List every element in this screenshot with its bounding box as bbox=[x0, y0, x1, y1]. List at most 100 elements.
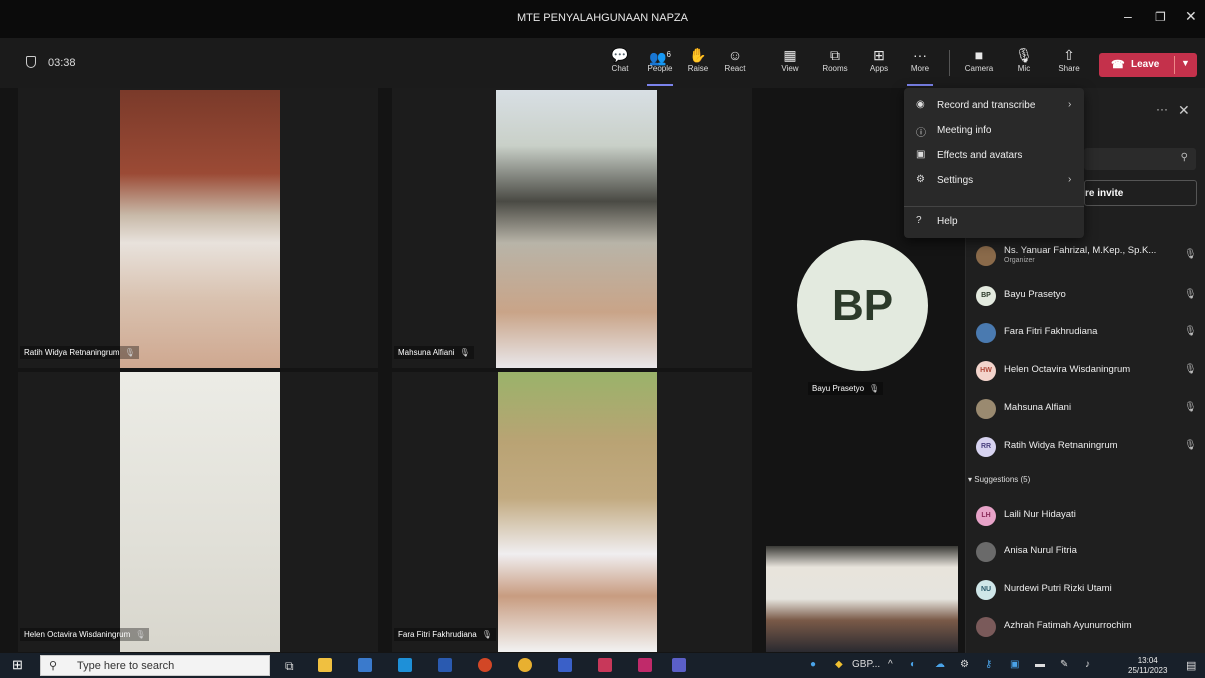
battery-icon[interactable]: ▬ bbox=[1035, 659, 1045, 670]
leave-button[interactable]: ☎ Leave ▼ bbox=[1099, 53, 1197, 77]
participant-tile[interactable]: Helen Octavira Wisdaningrum 🎙 bbox=[18, 372, 378, 652]
menu-item-help[interactable]: ? Help bbox=[904, 210, 1084, 234]
chat-button[interactable]: 💬 Chat bbox=[603, 46, 637, 73]
close-icon[interactable]: ✕ bbox=[1178, 102, 1190, 119]
react-button[interactable]: ☺ React bbox=[718, 46, 752, 73]
maximize-button[interactable]: ❐ bbox=[1155, 10, 1166, 24]
calendar-icon[interactable] bbox=[598, 658, 612, 672]
participant-tile[interactable]: Mahsuna Alfiani 🎙 bbox=[392, 88, 752, 368]
participant-name: Ns. Yanuar Fahrizal, M.Kep., Sp.K... bbox=[1004, 245, 1157, 256]
list-item[interactable]: Fara Fitri Fakhrudiana 🎙 bbox=[976, 321, 1198, 347]
taskbar-search-input[interactable]: ⚲ Type here to search bbox=[40, 655, 270, 676]
mic-icon: 🎙 bbox=[1015, 47, 1033, 63]
close-window-button[interactable]: ✕ bbox=[1185, 8, 1197, 25]
menu-item-meeting-info[interactable]: ⓘ Meeting info bbox=[904, 119, 1084, 143]
volume-icon[interactable]: ♪ bbox=[1085, 659, 1090, 670]
apps-button[interactable]: ⊞ Apps bbox=[862, 46, 896, 73]
menu-item-settings[interactable]: ⚙ Settings › bbox=[904, 169, 1084, 193]
list-item[interactable]: BP Bayu Prasetyo 🎙 bbox=[976, 284, 1198, 310]
display-icon[interactable]: ▣ bbox=[1010, 659, 1019, 670]
participant-name: Nurdewi Putri Rizki Utami bbox=[1004, 583, 1112, 594]
people-search-input[interactable]: ⚲ bbox=[1084, 148, 1196, 170]
share-invite-label: re invite bbox=[1085, 188, 1124, 199]
mic-muted-icon: 🎙 bbox=[1184, 289, 1197, 300]
cloud-icon[interactable]: ☁ bbox=[935, 659, 945, 670]
list-item[interactable]: HW Helen Octavira Wisdaningrum 🎙 bbox=[976, 359, 1198, 385]
help-icon[interactable]: ● bbox=[810, 659, 816, 670]
task-view-icon[interactable]: ⧉ bbox=[285, 659, 294, 674]
suggestions-label: Suggestions (5) bbox=[974, 475, 1031, 484]
taskbar-clock[interactable]: 13:04 25/11/2023 bbox=[1128, 656, 1167, 676]
mic-label: Mic bbox=[1017, 64, 1031, 73]
bluetooth-icon[interactable]: ⚷ bbox=[985, 659, 992, 670]
self-view-video[interactable] bbox=[766, 546, 958, 652]
info-icon: ⓘ bbox=[916, 128, 926, 139]
word-icon[interactable] bbox=[438, 658, 452, 672]
share-button[interactable]: ⇧ Share bbox=[1052, 46, 1086, 73]
list-item[interactable]: LH Laili Nur Hidayati bbox=[976, 504, 1198, 530]
minimize-button[interactable]: – bbox=[1124, 8, 1132, 24]
apps-label: Apps bbox=[869, 64, 889, 73]
file-explorer-icon[interactable] bbox=[318, 658, 332, 672]
suggestions-header[interactable]: ▾ Suggestions (5) bbox=[968, 475, 1030, 484]
mail-icon[interactable] bbox=[398, 658, 412, 672]
people-button[interactable]: 👥6 People bbox=[643, 46, 677, 86]
camera-icon: ■ bbox=[974, 47, 984, 63]
mic-muted-icon: 🎙 bbox=[1184, 402, 1197, 413]
menu-item-effects[interactable]: ▣ Effects and avatars bbox=[904, 144, 1084, 168]
menu-item-record[interactable]: ◉ Record and transcribe › bbox=[904, 94, 1084, 118]
powerpoint-icon[interactable] bbox=[478, 658, 492, 672]
chevron-up-icon[interactable]: ^ bbox=[888, 659, 893, 670]
rooms-button[interactable]: ⧉ Rooms bbox=[818, 46, 852, 73]
camera-button[interactable]: ■ Camera bbox=[962, 46, 996, 73]
apps-icon: ⊞ bbox=[873, 47, 885, 63]
list-item[interactable]: NU Nurdewi Putri Rizki Utami bbox=[976, 578, 1198, 604]
list-item[interactable]: Mahsuna Alfiani 🎙 bbox=[976, 397, 1198, 423]
list-item[interactable]: Ns. Yanuar Fahrizal, M.Kep., Sp.K... Org… bbox=[976, 244, 1198, 270]
effects-icon: ▣ bbox=[916, 149, 926, 160]
network-icon[interactable]: ⚙ bbox=[960, 659, 969, 670]
teams-icon[interactable] bbox=[672, 658, 686, 672]
mic-muted-icon: 🎙 bbox=[869, 384, 880, 393]
chrome-icon[interactable] bbox=[518, 658, 532, 672]
more-button[interactable]: ··· More bbox=[903, 46, 937, 86]
pen-icon[interactable]: ✎ bbox=[1060, 659, 1068, 670]
app-icon[interactable] bbox=[638, 658, 652, 672]
gear-icon: ⚙ bbox=[916, 174, 925, 185]
avatar: RR bbox=[976, 437, 996, 457]
mic-muted-icon: 🎙 bbox=[124, 348, 135, 357]
meeting-timer: 03:38 bbox=[26, 56, 76, 69]
raise-hand-button[interactable]: ✋ Raise bbox=[681, 46, 715, 73]
taskbar: ⊞ ⚲ Type here to search ⧉ ● ◆ GBP... ^ ◐… bbox=[0, 653, 1205, 678]
help-icon: ? bbox=[916, 215, 922, 226]
avatar: NU bbox=[976, 580, 996, 600]
avatar bbox=[976, 542, 996, 562]
participant-tile[interactable]: Fara Fitri Fakhrudiana 🎙 bbox=[392, 372, 752, 652]
leave-label: Leave bbox=[1131, 59, 1160, 70]
camera-label: Camera bbox=[964, 64, 994, 73]
participant-tile[interactable]: Ratih Widya Retnaningrum 🎙 bbox=[18, 88, 378, 368]
list-item[interactable]: RR Ratih Widya Retnaningrum 🎙 bbox=[976, 435, 1198, 461]
store-icon[interactable] bbox=[358, 658, 372, 672]
list-item[interactable]: Anisa Nurul Fitria bbox=[976, 540, 1198, 566]
avatar: LH bbox=[976, 506, 996, 526]
notifications-icon[interactable]: ▤ bbox=[1186, 659, 1196, 672]
participant-name: Laili Nur Hidayati bbox=[1004, 509, 1076, 520]
timer-text: 03:38 bbox=[48, 57, 76, 69]
list-item[interactable]: Azhrah Fatimah Ayunurrochim bbox=[976, 615, 1198, 641]
windows-start-icon[interactable]: ⊞ bbox=[12, 657, 23, 673]
more-options-icon[interactable]: ··· bbox=[1156, 102, 1168, 116]
app-icon[interactable] bbox=[558, 658, 572, 672]
participant-name-chip: Mahsuna Alfiani 🎙 bbox=[394, 346, 474, 359]
share-invite-button[interactable]: re invite bbox=[1084, 180, 1197, 206]
chevron-down-icon[interactable]: ▼ bbox=[1181, 58, 1190, 68]
menu-item-label: Record and transcribe bbox=[937, 100, 1036, 111]
view-button[interactable]: ▦ View bbox=[773, 46, 807, 73]
participant-name: Ratih Widya Retnaningrum bbox=[1004, 440, 1118, 451]
react-label: React bbox=[724, 64, 746, 73]
mic-button[interactable]: 🎙 Mic bbox=[1007, 46, 1041, 73]
participant-name: Fara Fitri Fakhrudiana bbox=[398, 630, 477, 639]
tray-app-icon[interactable]: ◐ bbox=[910, 659, 916, 670]
tray-label[interactable]: GBP... bbox=[852, 659, 880, 670]
more-icon: ··· bbox=[913, 47, 927, 63]
